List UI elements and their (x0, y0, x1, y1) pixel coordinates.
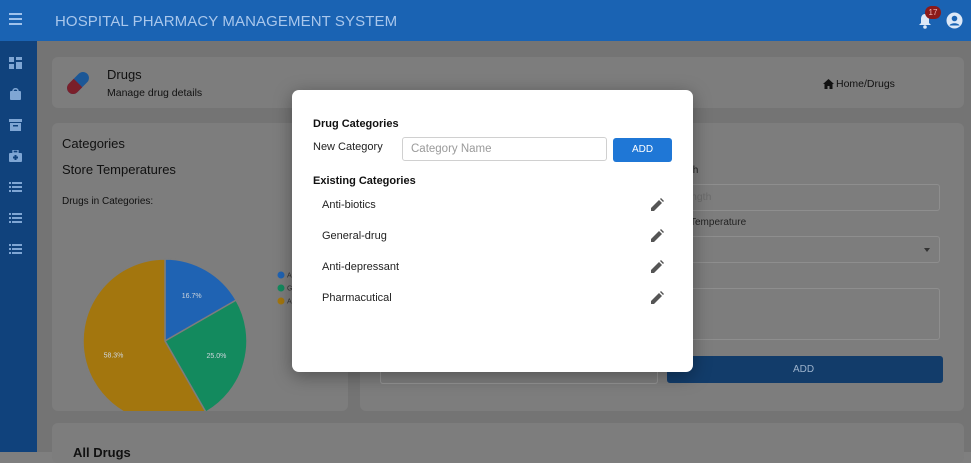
pill-icon (67, 72, 89, 94)
list-icon[interactable] (9, 243, 22, 255)
modal-title: Drug Categories (313, 118, 399, 130)
all-drugs-title: All Drugs (73, 445, 131, 460)
page-title: Drugs (107, 67, 142, 82)
field-placeholder: ngth (691, 191, 712, 203)
app-title: HOSPITAL PHARMACY MANAGEMENT SYSTEM (55, 13, 398, 30)
drug-length-input[interactable]: ngth (680, 184, 940, 211)
category-name-input[interactable] (402, 137, 607, 161)
category-label: Anti-depressant (322, 261, 400, 273)
list-icon[interactable] (9, 181, 22, 193)
edit-icon[interactable] (650, 260, 664, 274)
home-icon (823, 79, 834, 89)
add-category-button[interactable]: ADD (613, 138, 672, 162)
store-temperature-label: Temperature (690, 217, 747, 228)
top-bar: HOSPITAL PHARMACY MANAGEMENT SYSTEM 17 (0, 0, 971, 41)
pie-data-label: 25.0% (207, 353, 227, 360)
add-button[interactable]: ADD (667, 356, 943, 383)
category-item: General-drug (322, 227, 664, 247)
category-item: Pharmacutical (322, 289, 664, 309)
chevron-down-icon (924, 248, 930, 252)
pie-data-label: 16.7% (182, 293, 202, 300)
new-category-label: New Category (313, 141, 383, 153)
legend-swatch (277, 297, 285, 305)
medical-bag-icon[interactable] (9, 150, 22, 162)
store-temperature-select[interactable] (680, 236, 940, 263)
archive-icon[interactable] (9, 119, 22, 131)
edit-icon[interactable] (650, 291, 664, 305)
shopping-bag-icon[interactable] (9, 88, 22, 100)
legend-swatch (277, 271, 285, 279)
edit-icon[interactable] (650, 198, 664, 212)
side-nav (0, 41, 37, 452)
category-item: Anti-depressant (322, 258, 664, 278)
existing-categories-title: Existing Categories (313, 175, 416, 187)
all-drugs-card: All Drugs (52, 423, 964, 463)
pie-data-label: 58.3% (104, 353, 124, 360)
description-textarea[interactable] (680, 288, 940, 340)
page-subtitle: Manage drug details (107, 87, 203, 99)
category-label: General-drug (322, 230, 387, 242)
account-icon[interactable] (946, 12, 963, 29)
category-label: Anti-biotics (322, 199, 376, 211)
dashboard-icon[interactable] (9, 57, 22, 69)
edit-icon[interactable] (650, 229, 664, 243)
category-item: Anti-biotics (322, 196, 664, 216)
breadcrumb[interactable]: Home/Drugs (836, 78, 895, 90)
legend-swatch (277, 284, 285, 292)
notification-badge: 17 (925, 6, 941, 19)
drug-categories-modal: Drug Categories New Category ADD Existin… (292, 90, 693, 372)
category-label: Pharmacutical (322, 292, 392, 304)
add-button-label: ADD (793, 364, 815, 375)
menu-icon[interactable] (9, 13, 22, 27)
list-icon[interactable] (9, 212, 22, 224)
